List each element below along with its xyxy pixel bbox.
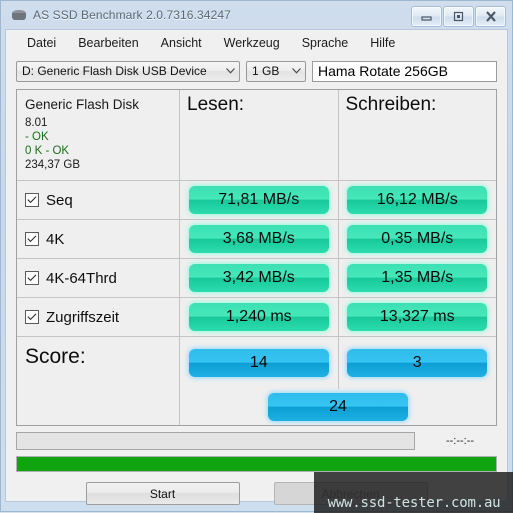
- drive-select-value: D: Generic Flash Disk USB Device: [22, 64, 207, 78]
- score-read-cell: 14: [180, 337, 339, 389]
- elapsed-time-label: --:--:--: [445, 435, 475, 447]
- device-model: Generic Flash Disk: [25, 97, 140, 112]
- table-row: Seq 71,81 MB/s 16,12 MB/s: [17, 181, 496, 220]
- 4k64-read-value: 3,42 MB/s: [222, 269, 295, 286]
- menu-item-hilfe[interactable]: Hilfe: [359, 33, 406, 53]
- menu-item-bearbeiten[interactable]: Bearbeiten: [67, 33, 149, 53]
- close-icon[interactable]: [475, 6, 506, 27]
- score-total-row: 24: [180, 389, 496, 425]
- results-grid: Generic Flash Disk 8.01 - OK 0 K - OK 23…: [16, 89, 497, 426]
- seq-write-bar: 16,12 MB/s: [347, 186, 488, 214]
- score-total-value: 24: [329, 398, 347, 415]
- access-read-value: 1,240 ms: [225, 308, 292, 325]
- write-column-header: Schreiben:: [339, 90, 497, 180]
- start-button[interactable]: Start: [85, 482, 240, 505]
- score-read-bar: 14: [188, 349, 329, 377]
- read-column-label: Lesen:: [187, 94, 245, 115]
- row-label-4k[interactable]: 4K: [17, 220, 180, 258]
- window-controls: [411, 6, 506, 27]
- 4k-read-bar: 3,68 MB/s: [188, 225, 329, 253]
- row-label-zugriffszeit[interactable]: Zugriffszeit: [17, 298, 180, 336]
- table-row: 4K-64Thrd 3,42 MB/s 1,35 MB/s: [17, 259, 496, 298]
- score-values: 14 3 24: [180, 337, 496, 425]
- progress-bar-fill: [17, 457, 496, 471]
- device-alignment: - OK: [25, 131, 49, 143]
- checkbox-4k[interactable]: [25, 232, 39, 246]
- device-name-input[interactable]: Hama Rotate 256GB: [312, 60, 497, 82]
- seq-read-value: 71,81 MB/s: [218, 191, 300, 208]
- status-row: --:--:--: [16, 432, 497, 450]
- device-capacity: 234,37 GB: [25, 159, 80, 171]
- seq-read-cell: 71,81 MB/s: [180, 181, 339, 219]
- row-label-text: 4K: [46, 230, 65, 248]
- score-write-bar: 3: [347, 349, 488, 377]
- device-partition: 0 K - OK: [25, 145, 70, 157]
- client-area: Datei Bearbeiten Ansicht Werkzeug Sprach…: [5, 29, 508, 505]
- score-write-cell: 3: [339, 337, 497, 389]
- row-label-text: 4K-64Thrd: [46, 269, 117, 287]
- 4k64-read-cell: 3,42 MB/s: [180, 259, 339, 297]
- app-window: AS SSD Benchmark 2.0.7316.34247 Datei Be…: [0, 0, 513, 513]
- 4k-read-cell: 3,68 MB/s: [180, 220, 339, 258]
- 4k64-write-cell: 1,35 MB/s: [339, 259, 497, 297]
- 4k64-write-bar: 1,35 MB/s: [347, 264, 488, 292]
- 4k-write-bar: 0,35 MB/s: [347, 225, 488, 253]
- title-bar: AS SSD Benchmark 2.0.7316.34247: [1, 1, 512, 29]
- progress-bar: [16, 456, 497, 472]
- checkbox-zugriffszeit[interactable]: [25, 310, 39, 324]
- checkbox-4k-64thrd[interactable]: [25, 271, 39, 285]
- access-write-cell: 13,327 ms: [339, 298, 497, 336]
- row-label-seq[interactable]: Seq: [17, 181, 180, 219]
- score-write-value: 3: [412, 354, 422, 371]
- table-row: Zugriffszeit 1,240 ms 13,327 ms: [17, 298, 496, 337]
- chevron-down-icon: [288, 68, 305, 74]
- row-label-text: Zugriffszeit: [46, 308, 120, 326]
- status-message-field: [16, 432, 415, 450]
- score-read-value: 14: [249, 354, 268, 371]
- score-label-cell: Score:: [17, 337, 180, 425]
- size-select-value: 1 GB: [252, 64, 280, 78]
- seq-write-cell: 16,12 MB/s: [339, 181, 497, 219]
- checkbox-seq[interactable]: [25, 193, 39, 207]
- device-name-value: Hama Rotate 256GB: [318, 63, 448, 79]
- selector-row: D: Generic Flash Disk USB Device 1 GB Ha…: [6, 56, 507, 84]
- write-column-label: Schreiben:: [345, 94, 437, 115]
- seq-read-bar: 71,81 MB/s: [188, 186, 329, 214]
- window-title: AS SSD Benchmark 2.0.7316.34247: [33, 8, 231, 22]
- score-label: Score:: [25, 345, 86, 368]
- menu-item-werkzeug[interactable]: Werkzeug: [213, 33, 291, 53]
- score-total-bar: 24: [268, 393, 408, 421]
- restore-icon[interactable]: [443, 6, 474, 27]
- menu-bar: Datei Bearbeiten Ansicht Werkzeug Sprach…: [6, 30, 507, 56]
- menu-item-ansicht[interactable]: Ansicht: [150, 33, 213, 53]
- 4k64-write-value: 1,35 MB/s: [381, 269, 454, 286]
- device-firmware: 8.01: [25, 117, 48, 129]
- minimize-icon[interactable]: [411, 6, 442, 27]
- menu-item-datei[interactable]: Datei: [16, 33, 67, 53]
- size-select[interactable]: 1 GB: [246, 60, 306, 82]
- watermark-text: www.ssd-tester.com.au: [327, 495, 501, 511]
- device-info-panel: Generic Flash Disk 8.01 - OK 0 K - OK 23…: [17, 90, 180, 180]
- 4k-write-cell: 0,35 MB/s: [339, 220, 497, 258]
- row-label-4k-64thrd[interactable]: 4K-64Thrd: [17, 259, 180, 297]
- chevron-down-icon: [222, 68, 239, 74]
- seq-write-value: 16,12 MB/s: [376, 191, 458, 208]
- 4k-read-value: 3,68 MB/s: [222, 230, 295, 247]
- access-read-bar: 1,240 ms: [188, 303, 329, 331]
- drive-select[interactable]: D: Generic Flash Disk USB Device: [16, 60, 240, 82]
- score-row: Score: 14 3 24: [17, 337, 496, 425]
- menu-item-sprache[interactable]: Sprache: [291, 33, 360, 53]
- score-top-row: 14 3: [180, 337, 496, 389]
- row-label-text: Seq: [46, 191, 73, 209]
- access-read-cell: 1,240 ms: [180, 298, 339, 336]
- access-write-value: 13,327 ms: [379, 308, 455, 325]
- 4k64-read-bar: 3,42 MB/s: [188, 264, 329, 292]
- watermark-overlay: www.ssd-tester.com.au: [314, 472, 513, 513]
- read-column-header: Lesen:: [180, 90, 339, 180]
- access-write-bar: 13,327 ms: [347, 303, 488, 331]
- disk-drive-icon: [11, 7, 27, 23]
- grid-header-row: Generic Flash Disk 8.01 - OK 0 K - OK 23…: [17, 90, 496, 181]
- table-row: 4K 3,68 MB/s 0,35 MB/s: [17, 220, 496, 259]
- 4k-write-value: 0,35 MB/s: [381, 230, 454, 247]
